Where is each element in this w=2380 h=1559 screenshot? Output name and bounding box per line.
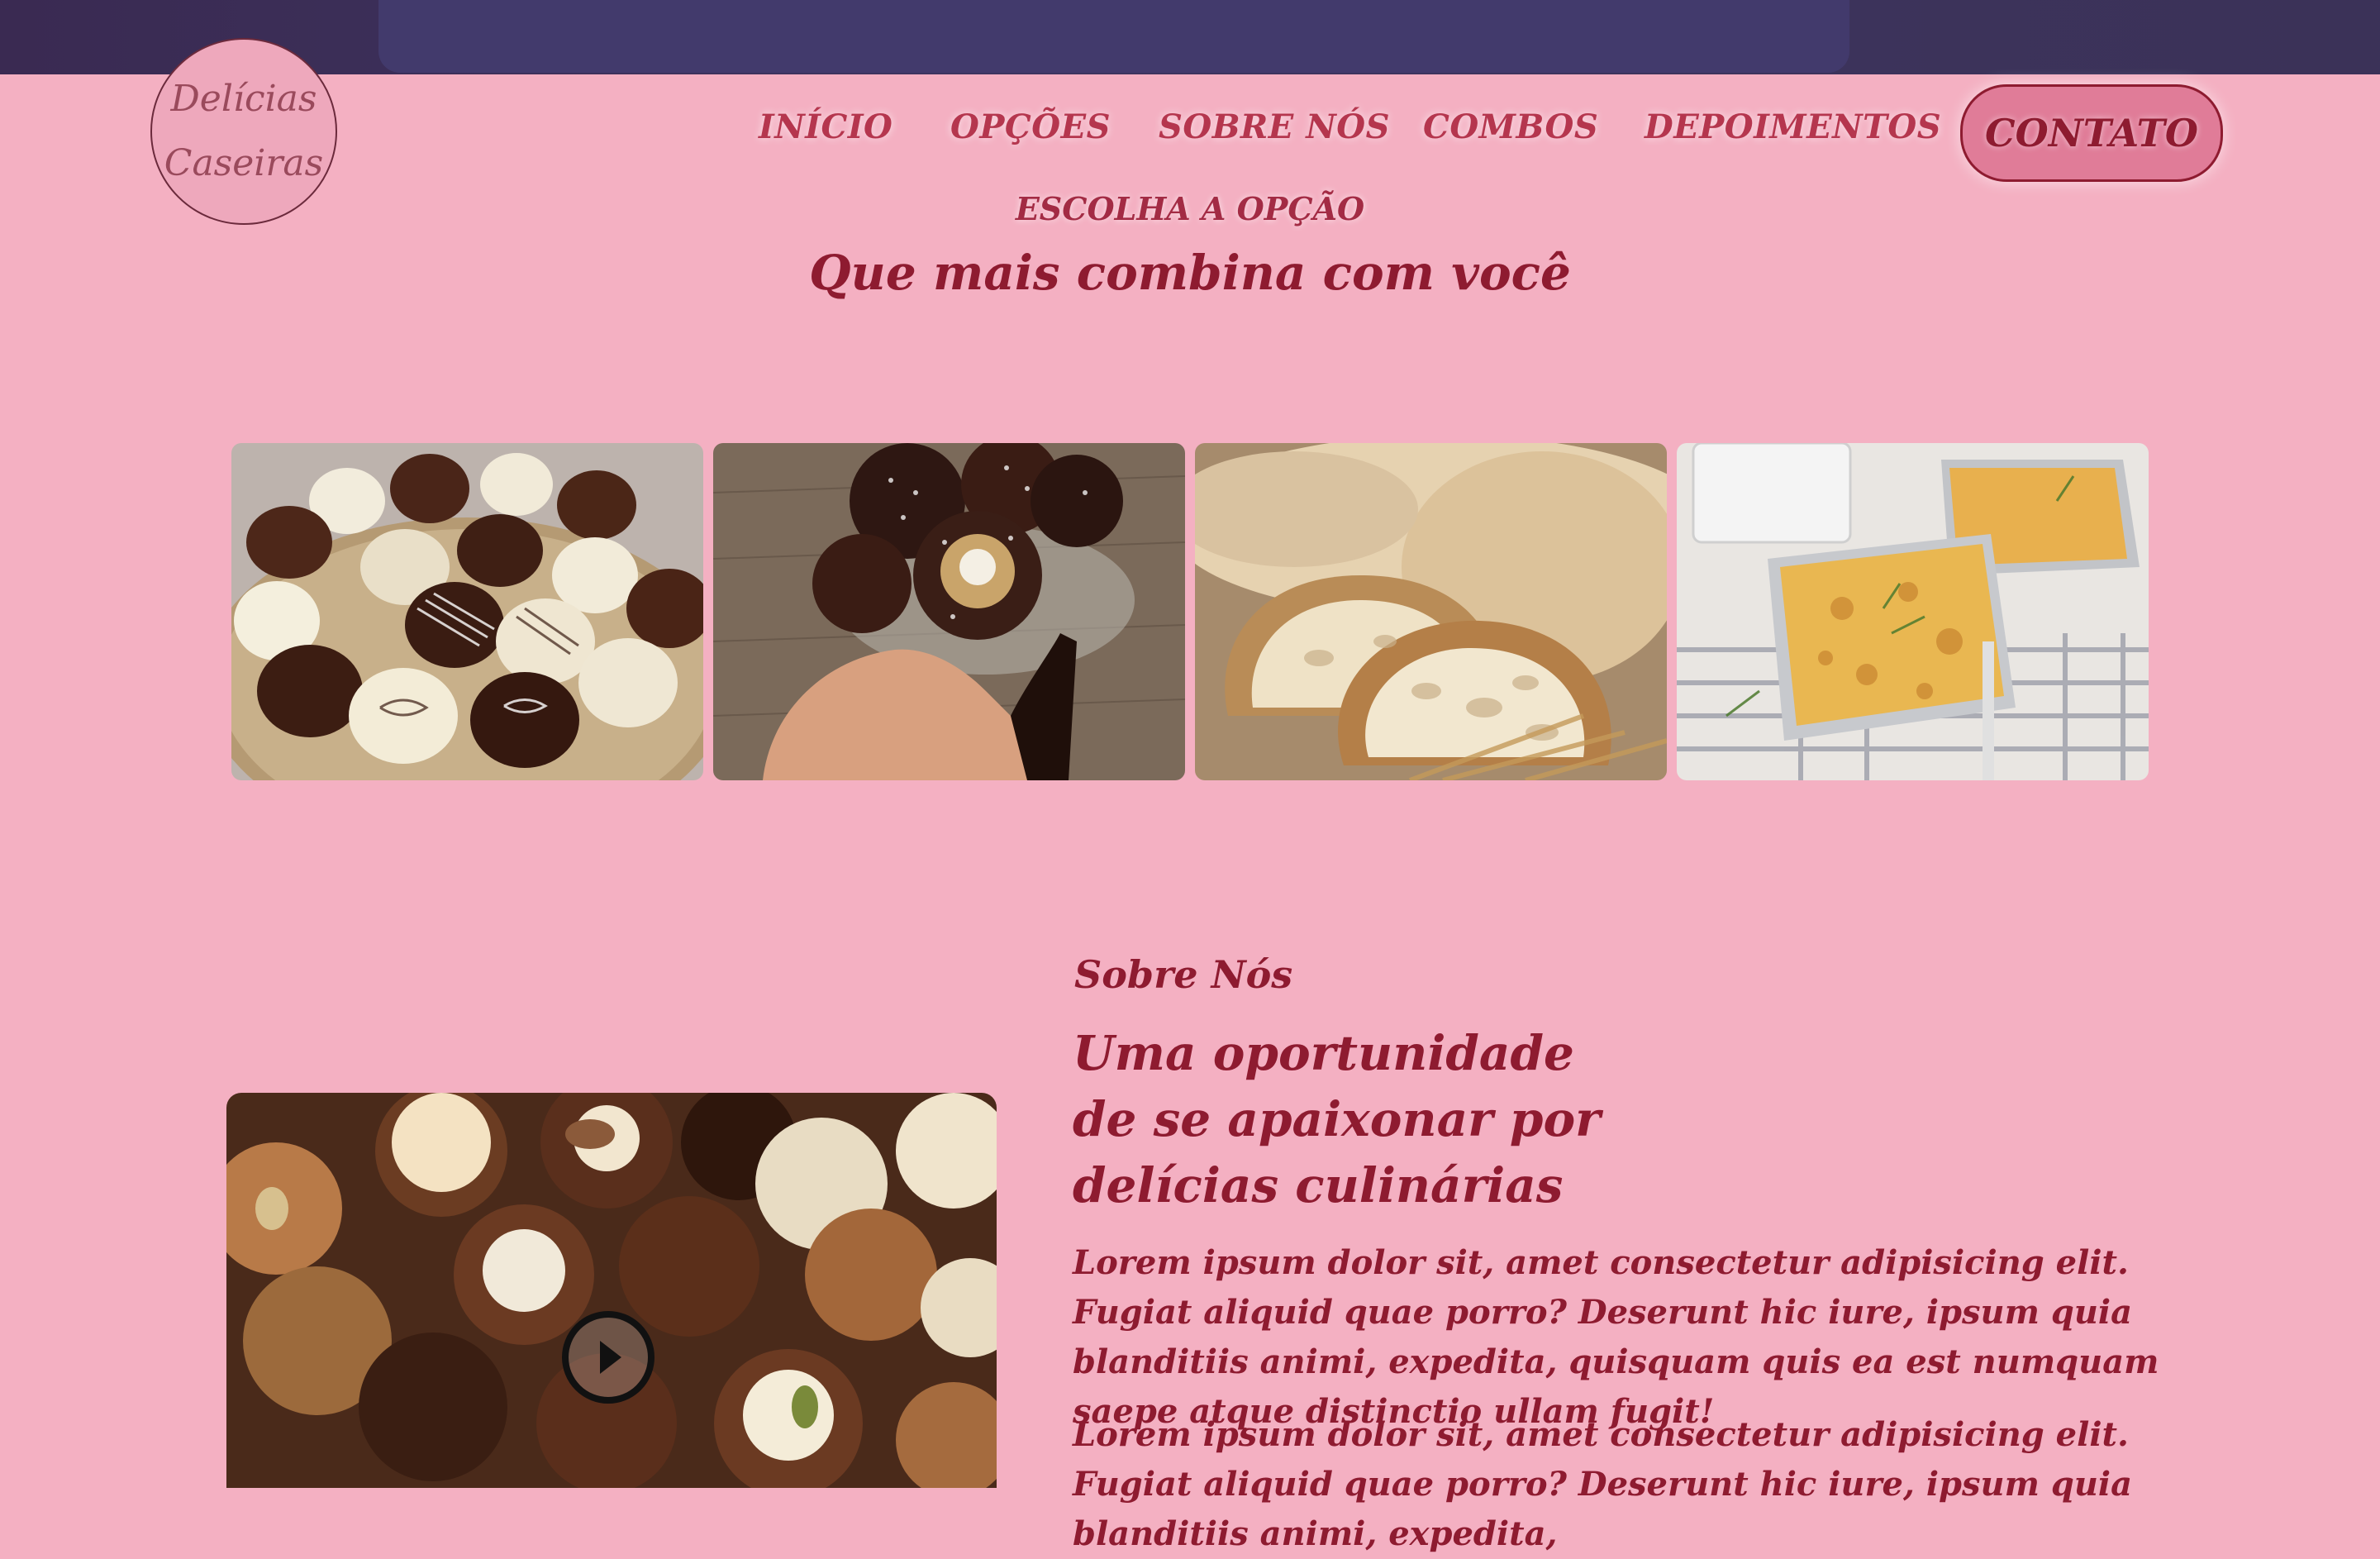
play-icon	[600, 1341, 621, 1374]
about-title: Uma oportunidade de se apaixonar por del…	[1073, 1025, 1601, 1213]
options-eyebrow: ESCOLHA A OPÇÃO	[1015, 190, 1365, 227]
options-gallery	[231, 443, 2150, 780]
about-paragraph-2: Lorem ipsum dolor sit, amet consectetur …	[1073, 1415, 2133, 1553]
header-top-band	[0, 0, 2380, 74]
nav-item-opcoes[interactable]: OPÇÕES	[950, 107, 1111, 146]
header-top-panel	[378, 0, 1849, 73]
nav-item-inicio[interactable]: INÍCIO	[759, 107, 892, 146]
contact-button[interactable]: CONTATO	[1960, 84, 2223, 182]
baked-pasta-image	[1677, 443, 2149, 780]
about-paragraph-1: Lorem ipsum dolor sit, amet consectetur …	[1073, 1243, 2159, 1431]
bonbons-image	[231, 443, 703, 780]
about-video[interactable]	[226, 1093, 997, 1488]
nav-item-sobre-nos[interactable]: SOBRE NÓS	[1159, 107, 1390, 146]
option-card-baked-pasta[interactable]	[1677, 443, 2149, 780]
play-button[interactable]	[562, 1311, 654, 1404]
option-card-bonbons[interactable]	[231, 443, 703, 780]
nav-item-depoimentos[interactable]: DEPOIMENTOS	[1645, 107, 1941, 146]
options-title: Que mais combina com você	[809, 245, 1571, 301]
option-card-coconut-truffle[interactable]	[713, 443, 1185, 780]
nav-item-combos[interactable]: COMBOS	[1423, 107, 1598, 146]
coconut-truffle-image	[713, 443, 1185, 780]
option-card-bread[interactable]	[1195, 443, 1667, 780]
chocolates-video-thumbnail	[226, 1093, 997, 1488]
about-label: Sobre Nós	[1074, 952, 1293, 997]
bread-image	[1195, 443, 1667, 780]
